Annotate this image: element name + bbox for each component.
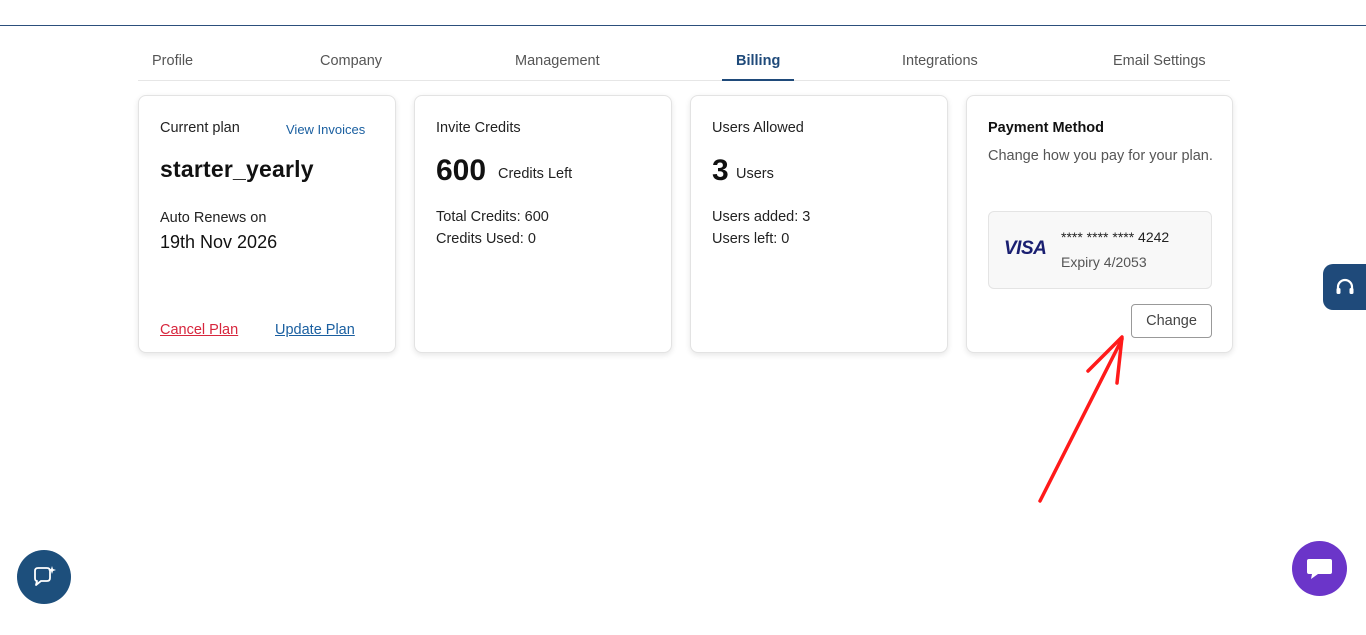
active-tab-indicator — [722, 79, 794, 81]
support-tab[interactable] — [1323, 264, 1366, 310]
users-allowed-card: Users Allowed 3 Users Users added: 3 Use… — [690, 95, 948, 353]
tab-email-settings[interactable]: Email Settings — [1113, 53, 1206, 69]
chat-bubble-icon — [1307, 559, 1332, 579]
users-allowed-unit: Users — [736, 166, 774, 182]
credits-used: Credits Used: 0 — [436, 231, 536, 247]
tab-company[interactable]: Company — [320, 53, 382, 69]
tab-profile[interactable]: Profile — [152, 53, 193, 69]
change-payment-button[interactable]: Change — [1131, 304, 1212, 338]
credits-left-unit: Credits Left — [498, 166, 573, 182]
live-chat-button[interactable] — [1292, 541, 1347, 596]
arrow-shaft — [1038, 337, 1124, 503]
visa-logo: VISA — [1004, 238, 1047, 259]
invite-credits-card: Invite Credits 600 Credits Left Total Cr… — [414, 95, 672, 353]
update-plan-link[interactable]: Update Plan — [275, 322, 355, 338]
current-plan-card: Current plan View Invoices starter_yearl… — [138, 95, 396, 353]
renew-label: Auto Renews on — [160, 210, 267, 226]
plan-name: starter_yearly — [160, 156, 314, 182]
saved-card: VISA **** **** **** 4242 Expiry 4/2053 — [988, 211, 1212, 289]
invite-credits-label: Invite Credits — [436, 120, 521, 136]
payment-method-description: Change how you pay for your plan. — [988, 148, 1213, 164]
card-expiry: Expiry 4/2053 — [1061, 254, 1147, 270]
view-invoices-link[interactable]: View Invoices — [286, 122, 365, 137]
total-credits: Total Credits: 600 — [436, 209, 549, 225]
card-number: **** **** **** 4242 — [1061, 229, 1170, 245]
tab-management[interactable]: Management — [515, 53, 600, 69]
cancel-plan-link[interactable]: Cancel Plan — [160, 322, 238, 338]
tab-billing[interactable]: Billing — [736, 53, 780, 69]
tab-integrations[interactable]: Integrations — [902, 53, 978, 69]
credits-left-value: 600 — [436, 154, 487, 187]
headset-icon — [1336, 278, 1354, 294]
header-divider — [0, 25, 1366, 26]
users-left: Users left: 0 — [712, 231, 790, 247]
users-allowed-label: Users Allowed — [712, 120, 804, 136]
annotation-arrow — [1038, 335, 1124, 503]
renew-date: 19th Nov 2026 — [160, 232, 278, 252]
assistant-chat-button[interactable] — [17, 550, 71, 604]
payment-method-title: Payment Method — [988, 120, 1105, 136]
users-allowed-value: 3 — [712, 154, 729, 187]
chat-sparkle-icon — [34, 566, 56, 586]
settings-tabs: Profile Company Management Billing Integ… — [138, 44, 1230, 81]
payment-method-card: Payment Method Change how you pay for yo… — [966, 95, 1233, 353]
users-added: Users added: 3 — [712, 209, 811, 225]
current-plan-label: Current plan — [160, 120, 240, 136]
